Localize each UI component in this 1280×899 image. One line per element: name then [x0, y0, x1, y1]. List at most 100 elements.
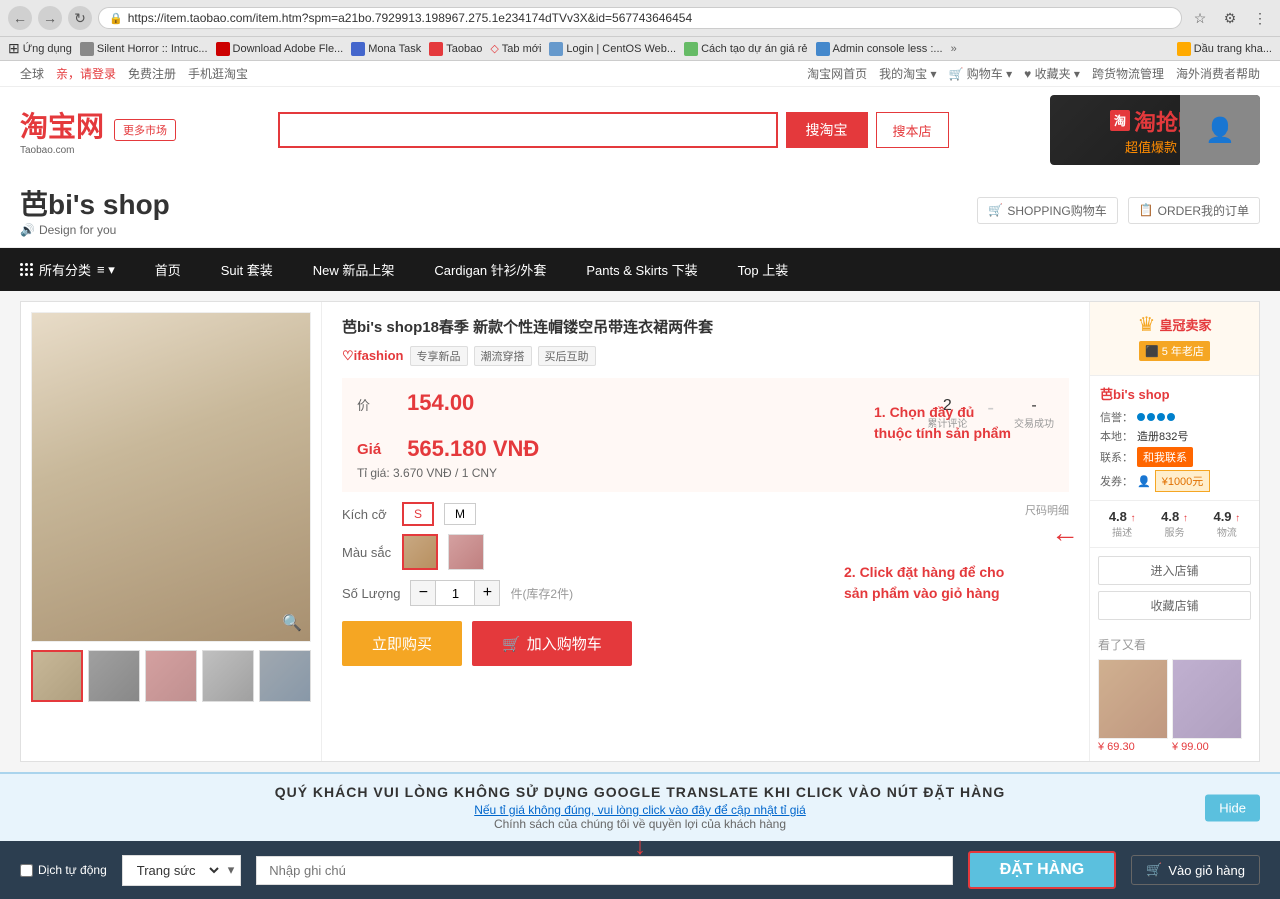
- also-viewed: 看了又看 ¥ 69.30 ¥ 99.00: [1090, 628, 1259, 761]
- browser-chrome: ← → ↻ 🔒 https://item.taobao.com/item.htm…: [0, 0, 1280, 37]
- hide-btn[interactable]: Hide: [1205, 794, 1260, 821]
- mobile-link[interactable]: 手机逛淘宝: [188, 65, 248, 82]
- shop-metrics: 4.8 ↑ 描述 4.8 ↑ 服务 4.9 ↑: [1090, 501, 1259, 548]
- search-input[interactable]: [278, 112, 778, 148]
- notify-sub1[interactable]: Nếu tỉ giá không đúng, vui lòng click và…: [20, 803, 1260, 817]
- qty-input[interactable]: [435, 581, 475, 605]
- product-sidebar: ♛ 皇冠卖家 ⬛ 5 年老店 芭bi's shop 信誉：: [1089, 302, 1259, 761]
- color-option-2[interactable]: [448, 534, 484, 570]
- bookmark-taobao-label: Taobao: [446, 43, 482, 55]
- category-select[interactable]: Trang sức ▾: [122, 855, 242, 886]
- collect-shop-btn[interactable]: 收藏店铺: [1098, 591, 1251, 620]
- contact-btn[interactable]: 和我联系: [1137, 447, 1193, 467]
- also-item-img-1: [1098, 659, 1168, 739]
- nav-favorites[interactable]: ♥ 收藏夹 ▾: [1024, 65, 1080, 82]
- cat-suit-label: Suit 套装: [221, 260, 273, 279]
- size-option-m[interactable]: M: [444, 503, 476, 525]
- ifashion-badge: ♡ifashion 专享新品 潮流穿搭 买后互助: [342, 346, 1069, 366]
- url-bar[interactable]: 🔒 https://item.taobao.com/item.htm?spm=a…: [98, 7, 1182, 29]
- menu-btn[interactable]: ⋮: [1248, 6, 1272, 30]
- level-label: 本地：: [1100, 428, 1133, 444]
- logo[interactable]: 淘宝网 Taobao.com: [20, 105, 104, 156]
- category-dropdown[interactable]: Trang sức: [123, 856, 222, 885]
- forward-btn[interactable]: →: [38, 6, 62, 30]
- thumbnail-4[interactable]: [202, 650, 254, 702]
- coupon-val[interactable]: ¥1000元: [1155, 470, 1211, 492]
- bookmark-tab[interactable]: ◇ Tab mới: [490, 42, 541, 55]
- star-btn[interactable]: ☆: [1188, 6, 1212, 30]
- bookmark-silent[interactable]: Silent Horror :: Intruc...: [80, 42, 208, 56]
- refresh-btn[interactable]: ↻: [68, 6, 92, 30]
- translate-checkbox[interactable]: Dịch tự động: [20, 863, 107, 877]
- shop-info: 芭bi's shop 🔊 Design for you: [20, 183, 170, 237]
- thumbnail-2[interactable]: [88, 650, 140, 702]
- cat-nav-top[interactable]: Top 上装: [718, 248, 809, 291]
- bookmark-mona[interactable]: Mona Task: [351, 42, 421, 56]
- zoom-icon[interactable]: 🔍: [282, 613, 302, 633]
- cart-bottom-btn[interactable]: 🛒 Vào giỏ hàng: [1131, 855, 1260, 885]
- back-btn[interactable]: ←: [8, 6, 32, 30]
- nav-myaccount[interactable]: 我的淘宝 ▾: [879, 65, 936, 82]
- trust-dot-4: [1167, 413, 1175, 421]
- annotation-arrow-area: ←: [1051, 517, 1079, 549]
- enter-shop-btn[interactable]: 进入店铺: [1098, 556, 1251, 585]
- nav-logistics[interactable]: 跨货物流管理: [1092, 65, 1164, 82]
- also-item-price-2: ¥ 99.00: [1172, 741, 1242, 753]
- thumbnail-3[interactable]: [145, 650, 197, 702]
- shopping-cart-btn[interactable]: 🛒 SHOPPING购物车: [977, 197, 1117, 224]
- login-link[interactable]: 亲，请登录: [56, 65, 116, 82]
- translate-check[interactable]: [20, 864, 33, 877]
- register-link[interactable]: 免费注册: [128, 65, 176, 82]
- product-info-wrapper: 芭bi's shop18春季 新款个性连帽镂空吊带连衣裙两件套 ♡ifashio…: [321, 302, 1089, 761]
- qty-decrease-btn[interactable]: −: [411, 581, 435, 605]
- rating-row-trust: 信誉：: [1100, 409, 1249, 425]
- nav-home[interactable]: 淘宝网首页: [807, 65, 867, 82]
- buy-now-btn[interactable]: 立即购买: [342, 621, 462, 666]
- add-cart-btn[interactable]: 🛒 加入购物车: [472, 621, 632, 666]
- metric-service-val: 4.8 ↑: [1161, 509, 1188, 524]
- bookmarks-more[interactable]: »: [951, 43, 957, 55]
- cat-nav-new[interactable]: New 新品上架: [293, 248, 415, 291]
- cat-nav-cardigan[interactable]: Cardigan 针衫/外套: [414, 248, 566, 291]
- also-item-1[interactable]: ¥ 69.30: [1098, 659, 1168, 753]
- search-btn[interactable]: 搜淘宝: [786, 112, 868, 148]
- cart-bottom-icon: 🛒: [1146, 862, 1162, 878]
- cat-top-label: Top 上装: [738, 260, 789, 279]
- bookmark-taobao[interactable]: Taobao: [429, 42, 482, 56]
- product-images: 🔍: [21, 302, 321, 761]
- main-content: 🔍 芭bi's shop18春季 新款个性连帽镂空吊带连衣裙两件套 ♡ifash…: [0, 291, 1280, 772]
- thumbnail-5[interactable]: [259, 650, 311, 702]
- bookmark-dautrang[interactable]: Dầu trang kha...: [1177, 42, 1272, 56]
- cat-nav-suit[interactable]: Suit 套装: [201, 248, 293, 291]
- color-option-1[interactable]: [402, 534, 438, 570]
- bookmark-admin[interactable]: Admin console less :...: [816, 42, 943, 56]
- trust-dot-3: [1157, 413, 1165, 421]
- cat-nav-all[interactable]: 所有分类 ≡ ▾: [0, 248, 135, 291]
- size-option-s[interactable]: S: [402, 502, 434, 526]
- bookmark-centos[interactable]: Login | CentOS Web...: [549, 42, 676, 56]
- cat-nav-pants[interactable]: Pants & Skirts 下装: [566, 248, 717, 291]
- also-item-2[interactable]: ¥ 99.00: [1172, 659, 1242, 753]
- thumbnail-1[interactable]: [31, 650, 83, 702]
- shop-name: 芭bi's shop: [20, 183, 170, 223]
- region-selector[interactable]: 全球: [20, 65, 44, 82]
- market-btn[interactable]: 更多市场: [114, 119, 176, 141]
- main-image-placeholder: [32, 313, 310, 641]
- ifashion-logo: ♡ifashion: [342, 348, 404, 364]
- order-btn[interactable]: ĐẶT HÀNG: [968, 851, 1116, 889]
- slogan-icon: 🔊: [20, 223, 35, 237]
- transactions-stat: - 交易成功: [1014, 397, 1054, 430]
- nav-cart[interactable]: 🛒 购物车 ▾: [949, 65, 1013, 82]
- size-attr-row: Kích cỡ S M: [342, 502, 1025, 526]
- order-btn[interactable]: 📋 ORDER我的订单: [1128, 197, 1260, 224]
- bookmark-project[interactable]: Cách tạo dự án giá rẻ: [684, 42, 807, 56]
- extension-btn[interactable]: ⚙: [1218, 6, 1242, 30]
- shop-search-btn[interactable]: 搜本店: [876, 112, 949, 148]
- bookmark-apps[interactable]: ⊞ Ứng dụng: [8, 40, 72, 57]
- notes-input[interactable]: [256, 856, 952, 885]
- bookmark-adobe[interactable]: Download Adobe Fle...: [216, 42, 344, 56]
- qty-increase-btn[interactable]: +: [475, 581, 499, 605]
- metric-service: 4.8 ↑ 服务: [1161, 509, 1188, 539]
- nav-help[interactable]: 海外消费者帮助: [1176, 65, 1260, 82]
- cat-nav-home[interactable]: 首页: [135, 248, 201, 291]
